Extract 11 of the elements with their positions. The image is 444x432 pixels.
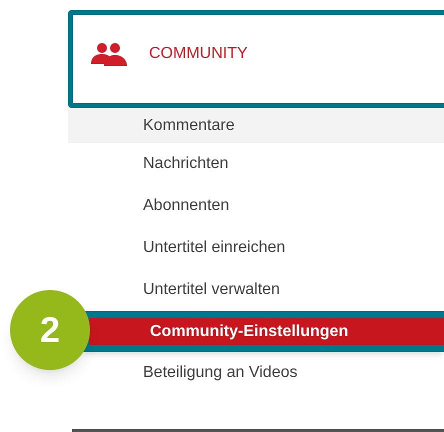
section-title: COMMUNITY <box>149 44 248 64</box>
step-badge: 2 <box>10 290 90 370</box>
menu-item[interactable]: Abonnenten <box>143 185 444 227</box>
menu-item[interactable]: Untertitel einreichen <box>143 227 444 269</box>
menu-item[interactable]: Nachrichten <box>143 143 444 185</box>
menu-item[interactable]: Kommentare <box>68 108 444 143</box>
section-header[interactable]: COMMUNITY <box>68 10 444 108</box>
menu-item[interactable]: Community-Einstellungen <box>82 311 444 352</box>
menu-item[interactable]: Untertitel verwalten <box>143 269 444 311</box>
menu-item[interactable]: Beteiligung an Videos <box>143 352 444 394</box>
people-icon <box>91 42 127 66</box>
